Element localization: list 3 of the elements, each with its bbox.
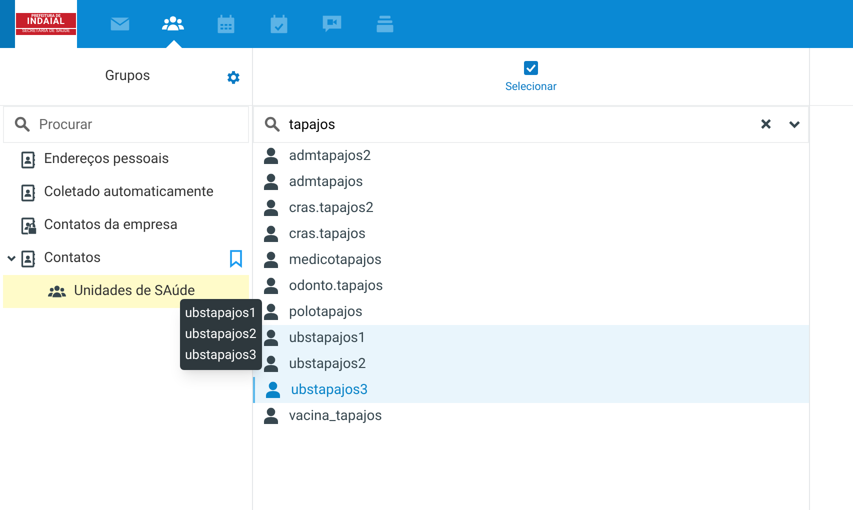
panel-title: Grupos xyxy=(105,67,150,86)
tooltip-text: ubstapajos1 xyxy=(185,305,257,323)
logo-text: INDAIAL xyxy=(27,18,65,27)
